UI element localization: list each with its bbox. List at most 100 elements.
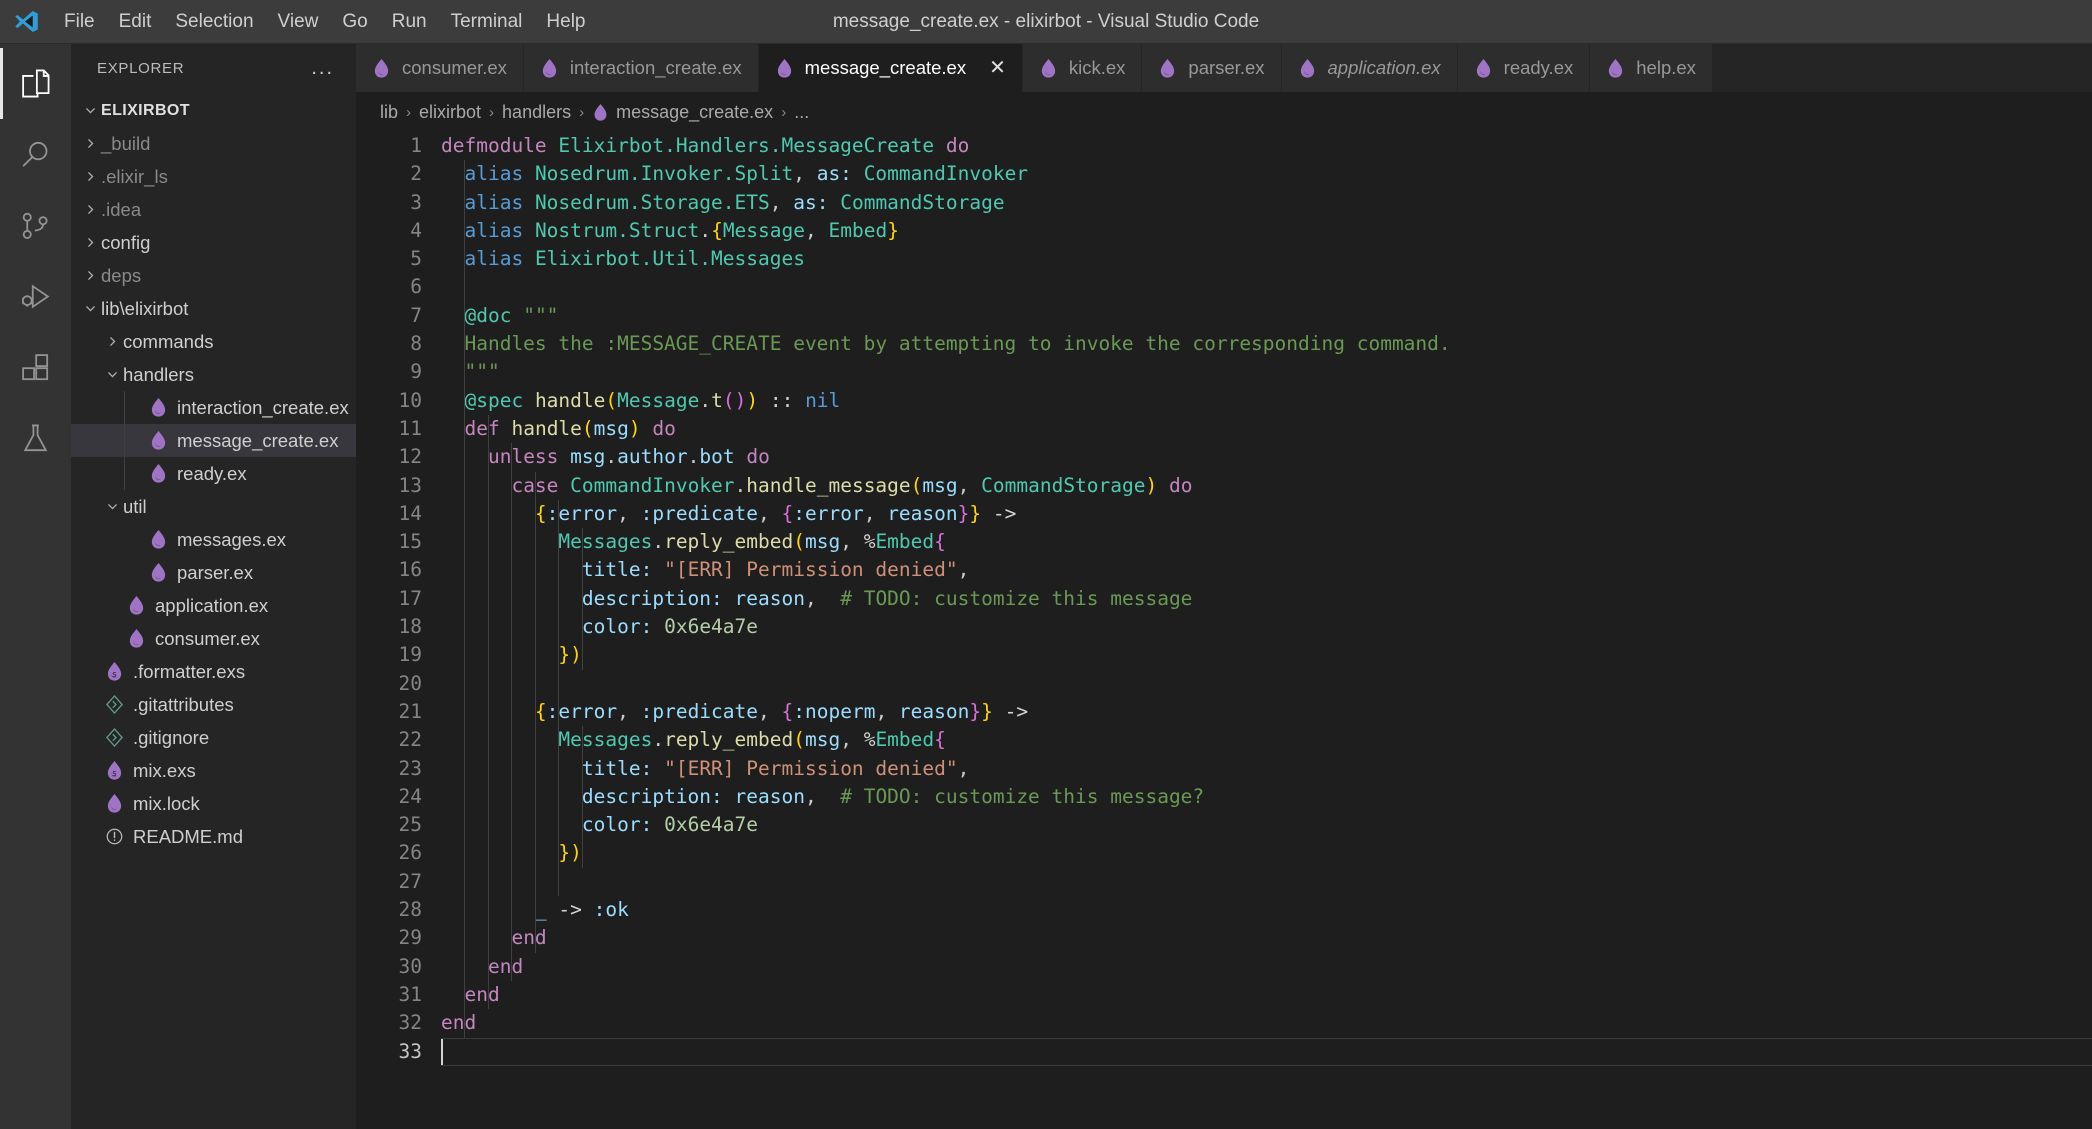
code-line: color: 0x6e4a7e: [581, 615, 759, 639]
menu-run[interactable]: Run: [380, 0, 439, 43]
tab-kick-ex[interactable]: kick.ex: [1022, 44, 1143, 92]
menu-file[interactable]: File: [52, 0, 107, 43]
menu-terminal[interactable]: Terminal: [439, 0, 535, 43]
file-tree[interactable]: ELIXIRBOT _build .elixir_ls .idea config dep…: [71, 92, 356, 1129]
menu-go[interactable]: Go: [330, 0, 379, 43]
menu-help[interactable]: Help: [534, 0, 597, 43]
chevron-down-icon: [101, 500, 123, 513]
code-editor[interactable]: 1 2 3 4 5 6 7 8 9 10 11 12 13 14 15 16 17 18 19 20 21 22 23 24 2…: [356, 132, 2092, 1129]
tab-parser-ex[interactable]: parser.ex: [1142, 44, 1282, 92]
tree-item-label: .gitattributes: [133, 693, 234, 715]
tree-item-ready-ex[interactable]: ready.ex: [71, 457, 356, 490]
tree-item-config[interactable]: config: [71, 226, 356, 259]
tree-item-build[interactable]: _build: [71, 127, 356, 160]
line-number: 6: [410, 275, 422, 299]
menu-selection[interactable]: Selection: [163, 0, 265, 43]
tree-item-formatter-exs[interactable]: s .formatter.exs: [71, 655, 356, 688]
tab-label: ready.ex: [1503, 57, 1574, 78]
tree-item-gitattributes[interactable]: .gitattributes: [71, 688, 356, 721]
tab-interaction_create-ex[interactable]: interaction_create.ex: [523, 44, 759, 92]
line-number: 27: [398, 869, 422, 893]
svg-text:s: s: [111, 769, 116, 779]
tree-item-lib-elixirbot[interactable]: lib\elixirbot: [71, 292, 356, 325]
chevron-right-icon: [79, 170, 101, 183]
tree-item-label: consumer.ex: [155, 627, 260, 649]
breadcrumb-item-lib[interactable]: lib: [380, 102, 398, 123]
tree-item-label: .elixir_ls: [101, 165, 168, 187]
tree-item-gitignore[interactable]: .gitignore: [71, 721, 356, 754]
tree-root-elixirbot[interactable]: ELIXIRBOT: [71, 94, 356, 127]
code-line: case CommandInvoker.handle_message(msg, …: [511, 473, 1193, 497]
tree-item-util[interactable]: util: [71, 490, 356, 523]
breadcrumb-label: ...: [794, 101, 810, 122]
menu-view[interactable]: View: [266, 0, 331, 43]
line-number-gutter: 1 2 3 4 5 6 7 8 9 10 11 12 13 14 15 16 17 18 19 20 21 22 23 24 2…: [356, 132, 441, 1129]
breadcrumb-item-handlers[interactable]: handlers: [502, 102, 571, 123]
title-bar: File Edit Selection View Go Run Terminal…: [0, 0, 2092, 44]
tab-ready-ex[interactable]: ready.ex: [1457, 44, 1591, 92]
line-number: 4: [410, 218, 422, 242]
tree-item-parser-ex[interactable]: parser.ex: [71, 556, 356, 589]
tab-help-ex[interactable]: help.ex: [1590, 44, 1713, 92]
tab-message_create-ex[interactable]: message_create.ex ✕: [758, 44, 1023, 92]
search-icon[interactable]: [0, 119, 71, 190]
chevron-right-icon: [101, 335, 123, 348]
close-icon[interactable]: ✕: [989, 58, 1006, 78]
breadcrumb-item-elixirbot[interactable]: elixirbot: [419, 102, 481, 123]
breadcrumb-item--[interactable]: ...: [794, 102, 809, 123]
line-number: 30: [398, 954, 422, 978]
code-line: end: [441, 1011, 477, 1035]
tab-label: application.ex: [1327, 57, 1441, 78]
tree-item-deps[interactable]: deps: [71, 259, 356, 292]
tree-item-idea[interactable]: .idea: [71, 193, 356, 226]
tab-label: interaction_create.ex: [569, 57, 742, 78]
more-actions-icon[interactable]: ...: [311, 57, 344, 80]
elixir-file-icon: [1158, 58, 1177, 79]
chevron-right-icon: [79, 269, 101, 282]
tree-item-label: .formatter.exs: [133, 660, 246, 682]
code-line: end: [487, 954, 524, 978]
line-number: 25: [398, 813, 422, 837]
tree-item-label: .idea: [101, 198, 142, 220]
breadcrumb-item-message-create-ex[interactable]: message_create.ex: [592, 102, 773, 123]
menu-edit[interactable]: Edit: [107, 0, 164, 43]
breadcrumb-label: lib: [380, 101, 399, 122]
tree-item-label: lib\elixirbot: [101, 297, 189, 319]
line-number: 13: [398, 473, 422, 497]
tree-item-interaction-create-ex[interactable]: interaction_create.ex: [71, 391, 356, 424]
editor-tabs[interactable]: consumer.ex interaction_create.ex message_…: [356, 44, 2092, 92]
testing-flask-icon[interactable]: [0, 403, 71, 474]
tab-consumer-ex[interactable]: consumer.ex: [356, 44, 524, 92]
explorer-title: EXPLORER: [97, 59, 185, 77]
activity-bar: [0, 44, 71, 1129]
tree-item-elixir-ls[interactable]: .elixir_ls: [71, 160, 356, 193]
tree-item-label: README.md: [133, 825, 243, 847]
tree-item-mix-exs[interactable]: s mix.exs: [71, 754, 356, 787]
elixir-file-icon: [592, 103, 609, 122]
line-number: 18: [398, 615, 422, 639]
tree-item-label: messages.ex: [177, 528, 286, 550]
tree-item-label: mix.exs: [133, 759, 196, 781]
tree-item-message-create-ex[interactable]: message_create.ex: [71, 424, 356, 457]
explorer-icon[interactable]: [0, 48, 71, 119]
extensions-icon[interactable]: [0, 332, 71, 403]
tree-item-handlers[interactable]: handlers: [71, 358, 356, 391]
code-line: def handle(msg) do: [464, 416, 676, 440]
tree-item-consumer-ex[interactable]: consumer.ex: [71, 622, 356, 655]
elixir-file-icon: [123, 628, 149, 649]
breadcrumb[interactable]: lib › elixirbot › handlers › message_create.ex…: [356, 92, 2092, 132]
tree-item-messages-ex[interactable]: messages.ex: [71, 523, 356, 556]
tab-application-ex[interactable]: application.ex: [1281, 44, 1458, 92]
code-line: {:error, :predicate, {:error, reason}} -…: [534, 501, 1017, 525]
line-number: 8: [410, 332, 422, 356]
tree-item-application-ex[interactable]: application.ex: [71, 589, 356, 622]
run-and-debug-icon[interactable]: [0, 261, 71, 332]
tree-item-commands[interactable]: commands: [71, 325, 356, 358]
tree-item-mix-lock[interactable]: mix.lock: [71, 787, 356, 820]
line-number: 19: [398, 643, 422, 667]
tree-item-readme-md[interactable]: README.md: [71, 820, 356, 853]
source-control-icon[interactable]: [0, 190, 71, 261]
breadcrumb-separator-icon: ›: [781, 103, 787, 121]
code-content[interactable]: defmodule Elixirbot.Handlers.MessageCrea…: [441, 132, 2092, 1129]
